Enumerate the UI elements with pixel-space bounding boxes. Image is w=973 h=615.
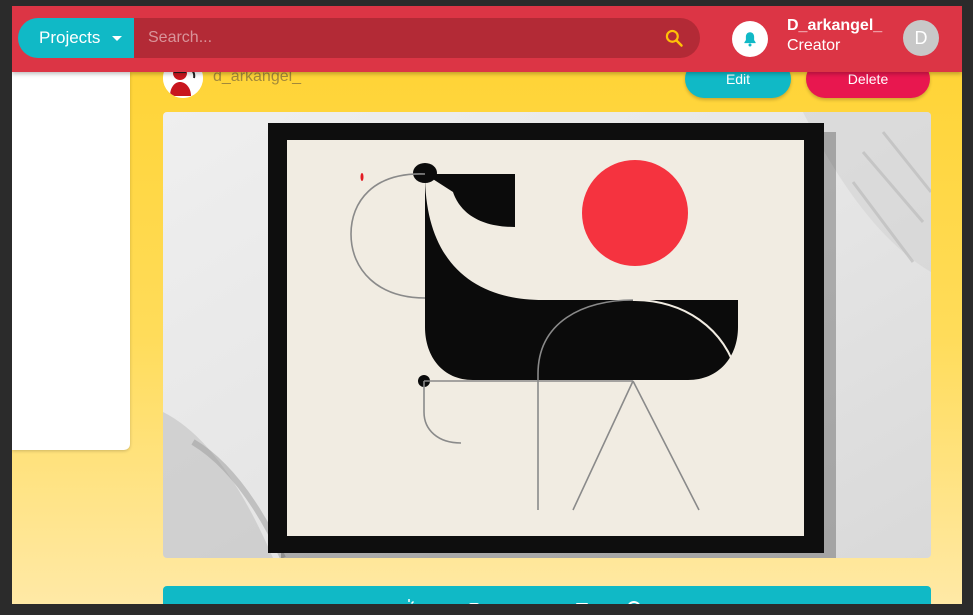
sidebar-panel (12, 72, 130, 450)
share-icon[interactable] (626, 598, 642, 604)
like-icon[interactable] (466, 598, 482, 604)
post-artwork-image[interactable] (163, 112, 931, 558)
projects-dropdown-button[interactable]: Projects (18, 18, 148, 58)
chevron-down-icon (112, 35, 123, 41)
comment-icon[interactable] (574, 598, 590, 604)
artwork-illustration (163, 112, 931, 558)
user-name: D_arkangel_ (787, 17, 883, 34)
notifications-button[interactable] (732, 21, 768, 57)
avatar[interactable]: D (903, 20, 939, 56)
search-icon[interactable] (664, 28, 684, 48)
top-navbar: Projects D_arkangel_ Creator D (12, 6, 962, 72)
loading-icon (408, 599, 415, 604)
search-input[interactable] (134, 18, 654, 58)
projects-label: Projects (39, 28, 101, 47)
search-bar (134, 18, 700, 58)
app-frame: Projects D_arkangel_ Creator D (12, 6, 962, 604)
user-role: Creator (787, 37, 841, 54)
post-action-toolbar (163, 586, 931, 604)
bell-icon (744, 32, 756, 47)
